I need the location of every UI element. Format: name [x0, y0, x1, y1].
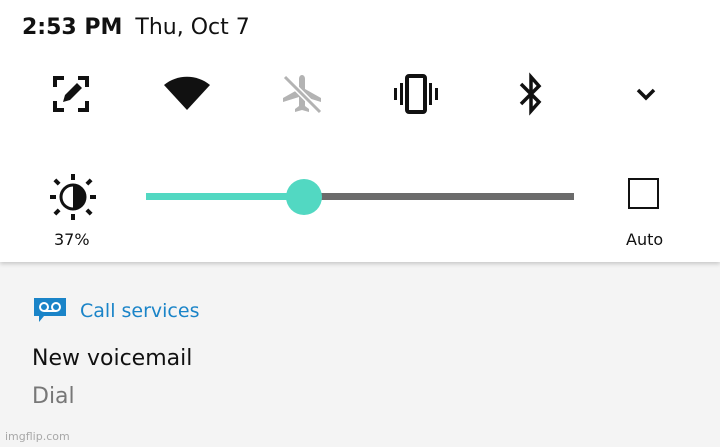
quick-settings-row — [0, 68, 720, 120]
status-header: 2:53 PM Thu, Oct 7 — [22, 15, 250, 40]
edit-icon — [53, 76, 89, 112]
notification-app-name: Call services — [80, 300, 200, 322]
brightness-slider[interactable] — [146, 179, 574, 215]
brightness-icon — [50, 174, 96, 220]
wifi-icon — [164, 76, 210, 110]
voicemail-icon — [34, 298, 66, 322]
airplane-mode-off-icon — [282, 74, 323, 115]
watermark: imgflip.com — [5, 430, 70, 443]
tile-airplane[interactable] — [276, 68, 328, 120]
vibrate-icon — [394, 74, 438, 114]
notification-title: New voicemail — [32, 346, 193, 371]
quick-settings-panel: 2:53 PM Thu, Oct 7 37% Auto — [0, 0, 720, 262]
tile-bluetooth[interactable] — [505, 68, 557, 120]
chevron-down-icon — [636, 88, 656, 101]
tile-edit[interactable] — [45, 68, 97, 120]
tile-vibrate[interactable] — [390, 68, 442, 120]
notification-text: Dial — [32, 384, 75, 409]
slider-thumb[interactable] — [286, 179, 322, 215]
slider-fill — [146, 193, 304, 200]
brightness-row: 37% Auto — [0, 168, 720, 258]
bluetooth-icon — [519, 72, 542, 116]
expand-button[interactable] — [620, 68, 672, 120]
auto-brightness-checkbox[interactable] — [628, 178, 659, 209]
brightness-percent: 37% — [54, 230, 90, 249]
auto-brightness-label: Auto — [626, 230, 664, 249]
notification-card[interactable]: Call services New voicemail Dial imgflip… — [0, 262, 720, 447]
date[interactable]: Thu, Oct 7 — [135, 15, 249, 40]
clock[interactable]: 2:53 PM — [22, 15, 122, 40]
tile-wifi[interactable] — [161, 68, 213, 120]
